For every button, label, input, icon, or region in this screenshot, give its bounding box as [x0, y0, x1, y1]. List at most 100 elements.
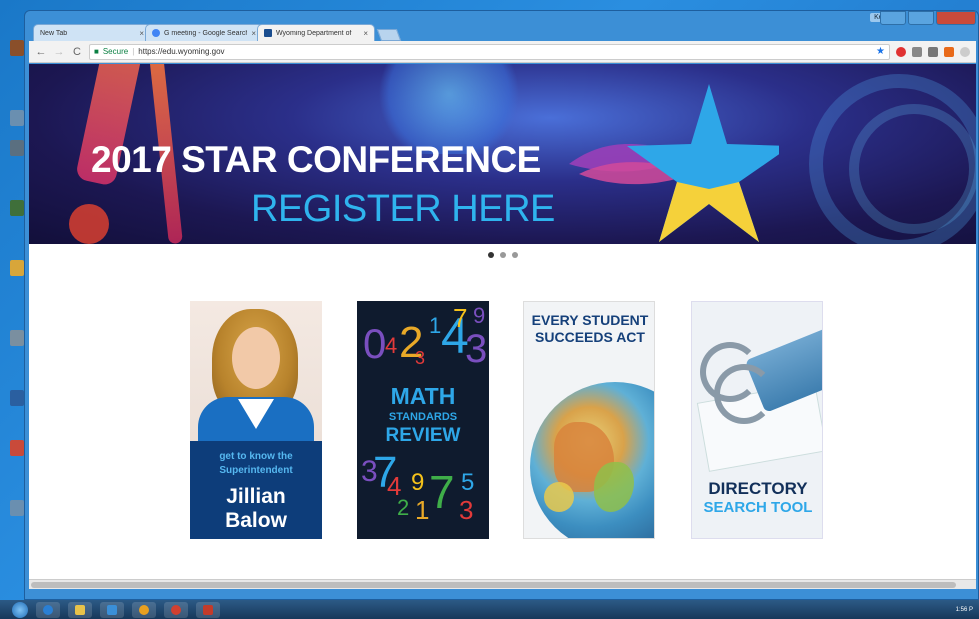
media-player-icon	[139, 604, 149, 615]
desktop-icon[interactable]	[10, 440, 24, 456]
math-digit: 3	[459, 495, 474, 525]
close-icon[interactable]: ×	[139, 29, 144, 38]
superintendent-photo	[190, 301, 322, 447]
carousel-dot[interactable]	[511, 252, 518, 258]
extension-icon[interactable]	[944, 46, 954, 57]
taskbar-app-media[interactable]	[132, 601, 156, 618]
math-digit: 1	[429, 313, 442, 338]
desktop-icon[interactable]	[10, 390, 24, 406]
photo-face	[232, 327, 280, 389]
horizontal-scrollbar[interactable]	[29, 579, 976, 589]
tile-caption: Superintendent	[219, 465, 293, 476]
folder-icon	[75, 604, 85, 615]
system-clock[interactable]: 1:56 P	[956, 607, 973, 613]
internet-explorer-icon	[43, 604, 53, 615]
desktop-icon[interactable]	[10, 110, 24, 126]
desktop-icon[interactable]	[10, 140, 24, 156]
hero-title: 2017 STAR CONFERENCE	[91, 139, 541, 180]
math-digit: 9	[473, 303, 486, 328]
address-bar[interactable]: ■ Secure | https://edu.wyoming.gov ★	[89, 43, 890, 60]
carousel-dot[interactable]	[499, 252, 506, 258]
url-text[interactable]: https://edu.wyoming.gov	[138, 47, 224, 56]
superintendent-panel: get to know the Superintendent Jillian B…	[190, 441, 322, 539]
desktop-icon[interactable]	[10, 40, 24, 56]
tile-caption: get to know the	[219, 451, 293, 462]
tab-title: G meeting - Google Search	[164, 29, 248, 37]
page-viewport: 2017 STAR CONFERENCE REGISTER HERE get t…	[29, 64, 976, 579]
globe-land	[544, 482, 574, 512]
math-digit: 9	[411, 469, 425, 496]
close-window-button[interactable]	[936, 11, 976, 25]
essa-title-line2: SUCCEEDS ACT	[535, 329, 645, 345]
math-review: REVIEW	[385, 425, 461, 446]
window-controls	[880, 11, 976, 25]
secure-label: Secure	[102, 47, 129, 56]
tab-google-search[interactable]: G meeting - Google Search ×	[145, 24, 263, 41]
math-digit: 0	[363, 320, 387, 367]
close-icon[interactable]: ×	[363, 29, 368, 38]
minimize-button[interactable]	[880, 11, 906, 25]
math-standards-tile[interactable]: 042314739 MATH STANDARDS REVIEW 37429175…	[357, 301, 489, 539]
directory-tile[interactable]: DIRECTORY SEARCH TOOL	[691, 301, 823, 539]
app-icon	[107, 604, 117, 615]
extension-icon[interactable]	[912, 46, 922, 57]
taskbar-app-explorer[interactable]	[68, 601, 92, 618]
math-subtitle: STANDARDS	[388, 411, 458, 423]
math-digit: 5	[461, 469, 475, 496]
star-logo-icon	[569, 84, 779, 242]
decorative-streak	[849, 104, 976, 234]
tab-new-tab[interactable]: New Tab ×	[33, 24, 151, 41]
math-digit: 2	[397, 495, 410, 520]
browser-window: Kenya New Tab × G meeting - Google Searc…	[24, 10, 979, 600]
register-link[interactable]: REGISTER HERE	[251, 188, 555, 231]
desktop-icon[interactable]	[10, 200, 24, 216]
tab-wyoming-education[interactable]: Wyoming Department of ×	[257, 24, 375, 41]
essa-tile[interactable]: EVERY STUDENT SUCCEEDS ACT	[523, 301, 655, 539]
math-digit: 3	[465, 327, 488, 371]
hero-banner[interactable]: 2017 STAR CONFERENCE REGISTER HERE	[29, 64, 976, 244]
decorative-streak	[69, 204, 109, 244]
directory-subtitle: SEARCH TOOL	[703, 499, 813, 516]
superintendent-tile[interactable]: get to know the Superintendent Jillian B…	[190, 301, 322, 539]
superintendent-first-name: Jillian	[226, 485, 286, 508]
math-title: MATH	[390, 383, 456, 409]
lock-icon: ■	[94, 47, 99, 56]
back-arrow-icon[interactable]: ←	[35, 46, 47, 58]
pinterest-extension-icon[interactable]	[896, 46, 906, 57]
menu-icon[interactable]	[960, 46, 970, 57]
tab-strip: New Tab × G meeting - Google Search × Wy…	[33, 23, 402, 41]
desktop-icon[interactable]	[10, 500, 24, 516]
carousel-dot[interactable]	[487, 252, 494, 258]
powerpoint-icon	[203, 604, 213, 615]
desktop-icon[interactable]	[10, 260, 24, 276]
address-separator: |	[132, 47, 135, 56]
directory-title: DIRECTORY	[708, 479, 808, 498]
taskbar-app-ie[interactable]	[36, 601, 60, 618]
new-tab-button[interactable]	[376, 29, 402, 41]
forward-arrow-icon[interactable]: →	[53, 46, 65, 58]
start-button[interactable]	[12, 601, 28, 618]
close-icon[interactable]: ×	[251, 29, 256, 38]
tab-title: Wyoming Department of	[276, 29, 352, 37]
taskbar-app[interactable]	[100, 601, 124, 618]
desktop-icons	[0, 0, 26, 600]
math-digit: 3	[415, 348, 426, 368]
taskbar: 1:56 P	[0, 600, 979, 619]
maximize-button[interactable]	[908, 11, 934, 25]
desktop-icon[interactable]	[10, 330, 24, 346]
scrollbar-thumb[interactable]	[31, 582, 956, 588]
carousel-indicators	[29, 252, 976, 258]
math-digit: 1	[415, 495, 430, 525]
reload-icon[interactable]: C	[71, 46, 83, 58]
extension-icon[interactable]	[928, 46, 938, 57]
math-digit: 4	[385, 333, 398, 358]
binder-ring	[714, 364, 774, 424]
bookmark-star-icon[interactable]: ★	[876, 46, 885, 57]
feature-tiles: get to know the Superintendent Jillian B…	[29, 301, 976, 541]
taskbar-app-chrome[interactable]	[164, 601, 188, 618]
taskbar-app-powerpoint[interactable]	[196, 601, 220, 618]
superintendent-last-name: Balow	[225, 509, 287, 532]
essa-title-line1: EVERY STUDENT	[531, 312, 649, 328]
chrome-icon	[171, 604, 181, 615]
site-favicon-icon	[264, 29, 272, 37]
